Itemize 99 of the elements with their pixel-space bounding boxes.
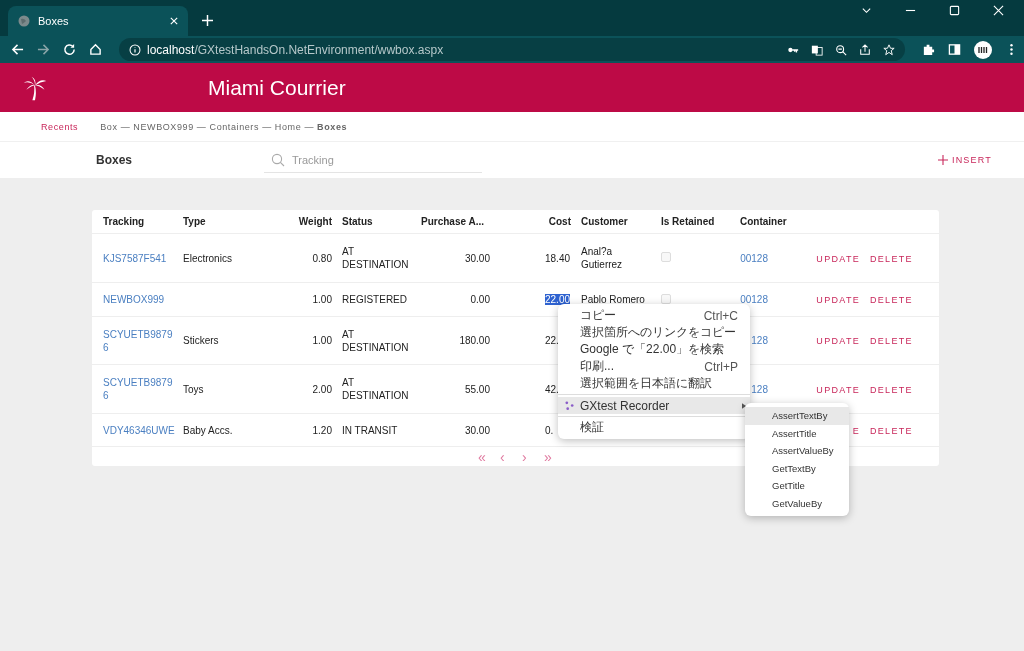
table-cell: 1.20 xyxy=(312,424,332,436)
plus-icon xyxy=(937,155,948,165)
puzzle-icon[interactable] xyxy=(922,43,935,56)
table-cell: AT DESTINATION xyxy=(342,327,408,354)
update-link[interactable]: UPDATE xyxy=(816,295,860,305)
menu-item[interactable]: 選択範囲を日本語に翻訳 xyxy=(558,375,750,392)
column-header: Customer xyxy=(581,216,629,227)
search-icon xyxy=(271,152,286,167)
table-cell: 18.40 xyxy=(545,252,571,264)
table-cell: AT DESTINATION xyxy=(342,376,408,402)
table-cell: 0.80 xyxy=(312,252,332,264)
tab-title: Boxes xyxy=(38,15,70,27)
tracking-link[interactable]: NEWBOX999 xyxy=(103,293,177,306)
update-link[interactable]: UPDATE xyxy=(816,336,860,346)
container-link[interactable]: 00128 xyxy=(740,294,768,305)
star-icon[interactable] xyxy=(883,43,895,56)
breadcrumb: Box — NEWBOX999 — Containers — Home — Boxes xyxy=(100,121,348,132)
pager-button[interactable]: ‹ xyxy=(500,448,510,465)
insert-button[interactable]: INSERT xyxy=(937,155,992,165)
delete-link[interactable]: DELETE xyxy=(870,336,913,346)
info-icon xyxy=(129,43,141,56)
table-cell-text: IN TRANSIT xyxy=(342,423,399,437)
tracking-link[interactable]: KJS7587F541 xyxy=(103,251,177,265)
sidebar-icon[interactable] xyxy=(948,43,961,56)
table-cell: 30.00 xyxy=(464,424,490,436)
forward-icon[interactable] xyxy=(37,43,50,56)
menu-item[interactable]: GetTitle xyxy=(745,477,849,495)
table-cell: 22.00 xyxy=(545,294,571,305)
search-field[interactable]: Tracking xyxy=(290,152,445,167)
column-header: Tracking xyxy=(103,216,146,227)
table-cell: 0. xyxy=(545,424,554,436)
column-header: Status xyxy=(342,216,374,227)
container-link[interactable]: 128 xyxy=(751,383,768,395)
tracking-link[interactable]: SCYUETB98796 xyxy=(103,376,177,402)
address-bar[interactable]: localhost/GXtestHandsOn.NetEnvironment/wwbox.aspx xyxy=(119,38,905,61)
menu-item[interactable]: AssertValueBy xyxy=(745,442,849,460)
column-header: Cost xyxy=(547,216,572,227)
menu-item[interactable]: GetTextBy xyxy=(745,459,849,477)
pager-button[interactable]: « xyxy=(478,448,488,465)
menu-item[interactable]: 印刷... Ctrl+P xyxy=(558,358,750,375)
table-cell-text: Anal?a Gutierrez xyxy=(581,245,624,271)
menu-item[interactable]: GetValueBy xyxy=(745,494,849,512)
update-link[interactable]: UPDATE xyxy=(816,384,860,395)
translate-icon[interactable] xyxy=(811,43,823,56)
table-cell: 2.00 xyxy=(312,383,332,395)
browser-tab[interactable]: Boxes xyxy=(8,6,188,36)
delete-link[interactable]: DELETE xyxy=(870,295,913,305)
delete-link[interactable]: DELETE xyxy=(870,253,913,264)
tracking-link[interactable]: VDY46346UWE xyxy=(103,423,177,437)
table-cell: 1.00 xyxy=(312,294,332,305)
table-cell: Toys xyxy=(183,383,204,395)
tracking-link[interactable]: SCYUETB98796 xyxy=(103,327,177,354)
table-cell: 22. xyxy=(545,335,559,346)
delete-link[interactable]: DELETE xyxy=(870,384,913,395)
menu-item[interactable]: GXtest Recorder xyxy=(558,397,750,414)
column-header: Weight xyxy=(297,216,333,227)
nodes-icon xyxy=(565,401,574,410)
delete-link[interactable]: DELETE xyxy=(870,425,913,436)
update-link[interactable]: E xyxy=(852,425,860,436)
table-cell: 55.00 xyxy=(464,383,490,395)
close-icon[interactable] xyxy=(170,17,178,25)
table-cell: 42. xyxy=(545,383,559,395)
table-cell: Baby Accs. xyxy=(183,424,233,436)
close-icon[interactable] xyxy=(993,4,1004,16)
column-header: Container xyxy=(740,216,788,227)
maximize-icon[interactable] xyxy=(949,4,960,16)
update-link[interactable]: UPDATE xyxy=(816,253,860,264)
url-text: localhost/GXtestHandsOn.NetEnvironment/wwbox.aspx xyxy=(147,42,444,57)
menu-item[interactable]: AssertTextBy xyxy=(745,407,849,425)
reload-icon[interactable] xyxy=(63,43,76,56)
menu-item[interactable]: コピー Ctrl+C xyxy=(558,307,750,324)
table-cell: 0.00 xyxy=(470,294,490,305)
zoom-icon[interactable] xyxy=(835,43,847,56)
table-cell: 1.00 xyxy=(312,335,332,346)
back-icon[interactable] xyxy=(11,43,24,56)
app-title: Miami Courrier xyxy=(208,75,346,100)
table-cell: 180.00 xyxy=(459,335,490,346)
menu-item[interactable]: 選択箇所へのリンクをコピー xyxy=(558,324,750,341)
page-title: Boxes xyxy=(96,153,133,167)
table-cell: Electronics xyxy=(183,252,232,264)
table-cell: Stickers xyxy=(183,335,219,346)
avatar-icon[interactable] xyxy=(974,40,992,59)
home-icon[interactable] xyxy=(89,43,102,56)
table-cell: AT DESTINATION xyxy=(342,245,408,271)
recents-link[interactable]: Recents xyxy=(41,121,79,132)
container-link[interactable]: 00128 xyxy=(740,252,768,264)
table-cell-text: Pablo Romero xyxy=(581,293,646,306)
share-icon[interactable] xyxy=(859,43,871,56)
container-link[interactable]: 128 xyxy=(751,335,768,346)
table-cell: REGISTERED xyxy=(342,293,408,306)
plus-icon[interactable] xyxy=(202,15,213,26)
menu-item[interactable]: Google で「22.00」を検索 xyxy=(558,341,750,358)
column-header: Type xyxy=(183,216,207,227)
table-cell: 30.00 xyxy=(464,252,490,264)
column-header: Is Retained xyxy=(661,216,716,227)
pager-button[interactable]: › xyxy=(522,448,532,465)
pager-button[interactable]: » xyxy=(544,448,554,465)
column-header: Purchase A... xyxy=(421,216,485,227)
menu-item[interactable]: AssertTitle xyxy=(745,424,849,442)
